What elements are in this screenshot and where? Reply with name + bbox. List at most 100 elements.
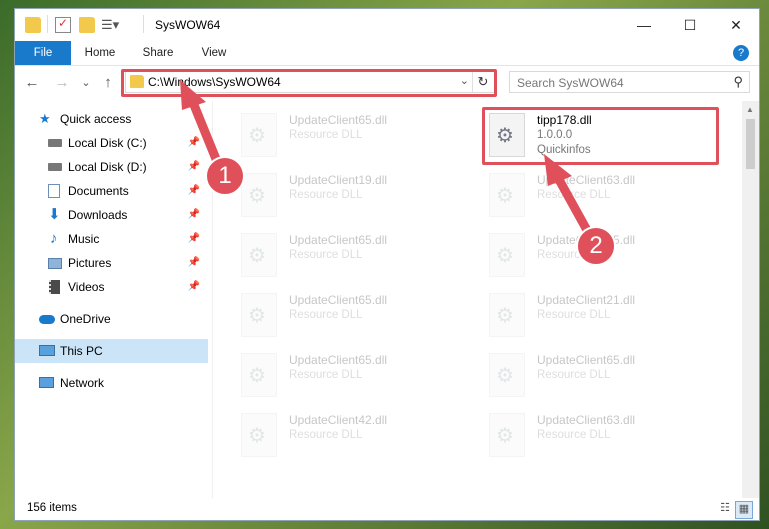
sidebar-item-pictures[interactable]: Pictures 📌	[15, 251, 208, 275]
back-button[interactable]: ←	[21, 73, 43, 93]
minimize-button[interactable]: —	[621, 9, 667, 41]
tab-view[interactable]: View	[191, 41, 237, 65]
recent-locations-button[interactable]: ⌄	[75, 73, 97, 93]
search-icon[interactable]: ⚲	[733, 74, 743, 90]
sidebar-item-label: Quick access	[60, 112, 132, 126]
file-type: Resource DLL	[289, 309, 363, 321]
dll-file-icon: ⚙	[489, 233, 525, 277]
sidebar-item-videos[interactable]: Videos 📌	[15, 275, 208, 299]
pin-icon: 📌	[187, 233, 200, 244]
sidebar-item-label: Local Disk (D:)	[68, 160, 147, 174]
file-type: Resource DLL	[289, 189, 363, 201]
sidebar-item-downloads[interactable]: ⬇ Downloads 📌	[15, 203, 208, 227]
divider	[143, 15, 144, 33]
file-type: Resource DLL	[289, 429, 363, 441]
list-item[interactable]: ⚙ UpdateClient65.dll Resource DLL	[233, 347, 473, 405]
file-type: Resource DLL	[289, 129, 363, 141]
sidebar-item-this-pc[interactable]: This PC	[15, 339, 208, 363]
customize-toolbar-icon[interactable]: ☰▾	[101, 17, 119, 33]
list-item[interactable]: ⚙ UpdateClient63.dll Resource DLL	[481, 167, 721, 225]
file-name: UpdateClient42.dll	[289, 413, 388, 427]
dll-file-icon: ⚙	[489, 293, 525, 337]
sidebar-item-label: Local Disk (C:)	[68, 136, 147, 150]
up-button[interactable]: ↑	[97, 73, 119, 93]
dll-file-icon: ⚙	[241, 113, 277, 157]
maximize-button[interactable]: ☐	[667, 9, 713, 41]
tab-share[interactable]: Share	[135, 41, 181, 65]
file-name: UpdateClient63.dll	[537, 413, 636, 427]
navigation-pane: ★ Quick access Local Disk (C:) 📌 Local D…	[15, 101, 213, 498]
list-item[interactable]: ⚙ UpdateClient19.dll Resource DLL	[233, 167, 473, 225]
dll-file-icon: ⚙	[489, 353, 525, 397]
list-item[interactable]: ⚙ UpdateClient21.dll Resource DLL	[481, 287, 721, 345]
sidebar-item-onedrive[interactable]: OneDrive	[15, 307, 208, 331]
tab-home[interactable]: Home	[77, 41, 123, 65]
folder-icon	[25, 17, 41, 33]
file-name: UpdateClient19.dll	[289, 173, 388, 187]
list-item[interactable]: ⚙ UpdateClient65.dll Resource DLL	[233, 107, 473, 165]
file-highlight-box	[482, 107, 719, 165]
list-item[interactable]: ⚙ UpdateClient65.dll Resource DLL	[481, 347, 721, 405]
divider	[47, 15, 48, 33]
file-type: Resource DLL	[537, 429, 611, 441]
pin-icon: 📌	[187, 257, 200, 268]
documents-icon	[48, 184, 60, 198]
details-view-icon[interactable]: ☷	[717, 501, 733, 517]
dll-file-icon: ⚙	[489, 173, 525, 217]
sidebar-item-documents[interactable]: Documents 📌	[15, 179, 208, 203]
sidebar-item-label: Downloads	[68, 208, 128, 222]
sidebar-item-local-disk-c[interactable]: Local Disk (C:) 📌	[15, 131, 208, 155]
pin-icon: 📌	[187, 137, 200, 148]
sidebar-item-local-disk-d[interactable]: Local Disk (D:) 📌	[15, 155, 208, 179]
scroll-up-icon[interactable]: ▲	[746, 105, 754, 114]
sidebar-item-label: Pictures	[68, 256, 112, 270]
scrollbar-thumb[interactable]	[746, 119, 755, 169]
sidebar-item-label: Documents	[68, 184, 129, 198]
properties-icon[interactable]: ✓	[55, 16, 71, 33]
file-type: Resource DLL	[289, 249, 363, 261]
vertical-scrollbar[interactable]: ▲	[742, 101, 759, 498]
item-count: 156 items	[27, 502, 77, 514]
sidebar-item-network[interactable]: Network	[15, 371, 208, 395]
dll-file-icon: ⚙	[241, 173, 277, 217]
star-icon: ★	[39, 111, 51, 126]
list-item[interactable]: ⚙ UpdateClient42.dll Resource DLL	[233, 407, 473, 465]
dll-file-icon: ⚙	[241, 233, 277, 277]
pin-icon: 📌	[187, 209, 200, 220]
dll-file-icon: ⚙	[489, 413, 525, 457]
help-icon[interactable]: ?	[733, 45, 749, 61]
file-type: Resource DLL	[537, 309, 611, 321]
file-name: UpdateClient65.dll	[289, 233, 388, 247]
dll-file-icon: ⚙	[241, 293, 277, 337]
close-button[interactable]: ✕	[713, 9, 759, 41]
new-folder-icon[interactable]	[79, 17, 95, 33]
sidebar-item-label: Network	[60, 376, 105, 390]
file-name: UpdateClient63.dll	[537, 173, 636, 187]
tab-file[interactable]: File	[15, 41, 71, 65]
tiles-view-icon[interactable]: ▦	[735, 501, 753, 519]
file-type: Resource DLL	[537, 189, 611, 201]
file-name: UpdateClient65.dll	[289, 293, 388, 307]
sidebar-item-quick-access[interactable]: ★ Quick access	[15, 107, 208, 131]
sidebar-item-label: Videos	[68, 280, 105, 294]
explorer-window: ✓ ☰▾ SysWOW64 — ☐ ✕ File Home Share View…	[14, 8, 760, 521]
music-icon: ♪	[50, 230, 58, 247]
list-item[interactable]: ⚙ UpdateClient65.dll Resource DLL	[233, 287, 473, 345]
download-icon: ⬇	[48, 206, 61, 223]
videos-icon	[49, 280, 60, 294]
address-highlight-box	[121, 69, 497, 97]
step-2-badge: 2	[576, 226, 616, 266]
file-name: UpdateClient65.dll	[289, 353, 388, 367]
forward-button[interactable]: →	[51, 73, 73, 93]
list-item[interactable]: ⚙ UpdateClient65.dll Resource DLL	[233, 227, 473, 285]
step-1-badge: 1	[205, 156, 245, 196]
search-placeholder: Search SysWOW64	[517, 76, 624, 90]
search-input[interactable]: Search SysWOW64 ⚲	[509, 71, 750, 93]
sidebar-item-music[interactable]: ♪ Music 📌	[15, 227, 208, 251]
file-type: Resource DLL	[289, 369, 363, 381]
status-bar: 156 items ☷ ▦	[15, 498, 759, 520]
drive-icon	[48, 139, 62, 147]
drive-icon	[48, 163, 62, 171]
file-name: UpdateClient21.dll	[537, 293, 636, 307]
list-item[interactable]: ⚙ UpdateClient63.dll Resource DLL	[481, 407, 721, 465]
